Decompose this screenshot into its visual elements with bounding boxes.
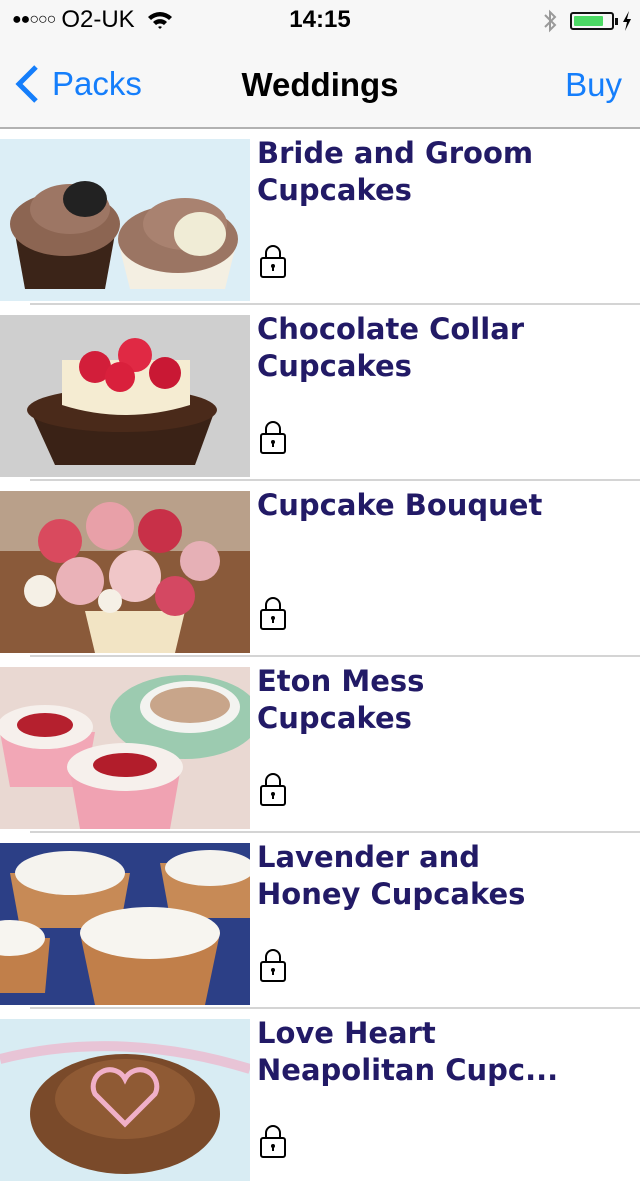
recipe-row-love-heart-neapolitan[interactable]: Love Heart Neapolitan Cupc...: [0, 1009, 640, 1185]
recipe-thumbnail: [0, 843, 250, 1005]
recipe-thumbnail: [0, 667, 250, 829]
lock-icon: [260, 245, 286, 278]
recipe-row-eton-mess[interactable]: Eton Mess Cupcakes: [0, 657, 640, 833]
chevron-left-icon: [15, 65, 38, 103]
recipe-title: Chocolate Collar Cupcakes: [257, 312, 525, 383]
charging-bolt-icon: [623, 11, 631, 31]
battery-tip: [615, 17, 618, 25]
navigation-bar: Packs Weddings Buy: [0, 40, 640, 129]
recipe-title: Lavender and Honey Cupcakes: [257, 840, 526, 911]
lock-icon: [260, 1125, 286, 1158]
cupcake-bouquet-image: [0, 491, 250, 653]
recipe-thumbnail: [0, 1019, 250, 1181]
status-bar: ●●○○○ O2-UK 14:15: [0, 0, 640, 40]
recipe-row-bride-and-groom[interactable]: Bride and Groom Cupcakes: [0, 129, 640, 305]
buy-button[interactable]: Buy: [565, 66, 622, 104]
back-button[interactable]: Packs: [14, 64, 142, 104]
recipe-thumbnail: [0, 139, 250, 301]
back-label: Packs: [52, 65, 142, 102]
eton-mess-cupcakes-image: [0, 667, 250, 829]
recipe-thumbnail: [0, 315, 250, 477]
recipe-title: Cupcake Bouquet: [257, 488, 543, 522]
bluetooth-icon: [544, 9, 557, 33]
lock-icon: [260, 421, 286, 454]
recipe-thumbnail: [0, 491, 250, 653]
recipe-row-chocolate-collar[interactable]: Chocolate Collar Cupcakes: [0, 305, 640, 481]
chocolate-collar-cupcakes-image: [0, 315, 250, 477]
recipe-title: Love Heart Neapolitan Cupc...: [257, 1016, 559, 1087]
bride-groom-cupcakes-image: [0, 139, 250, 301]
lavender-honey-cupcakes-image: [0, 843, 250, 1005]
love-heart-neapolitan-cupcakes-image: [0, 1019, 250, 1181]
lock-icon: [260, 597, 286, 630]
lock-icon: [260, 949, 286, 982]
lock-icon: [260, 773, 286, 806]
recipe-row-lavender-honey[interactable]: Lavender and Honey Cupcakes: [0, 833, 640, 1009]
recipe-title: Bride and Groom Cupcakes: [257, 136, 534, 207]
recipe-title: Eton Mess Cupcakes: [257, 664, 425, 735]
battery-icon: [570, 12, 614, 30]
recipe-list[interactable]: Bride and Groom Cupcakes Chocolate Colla…: [0, 129, 640, 1185]
recipe-row-cupcake-bouquet[interactable]: Cupcake Bouquet: [0, 481, 640, 657]
